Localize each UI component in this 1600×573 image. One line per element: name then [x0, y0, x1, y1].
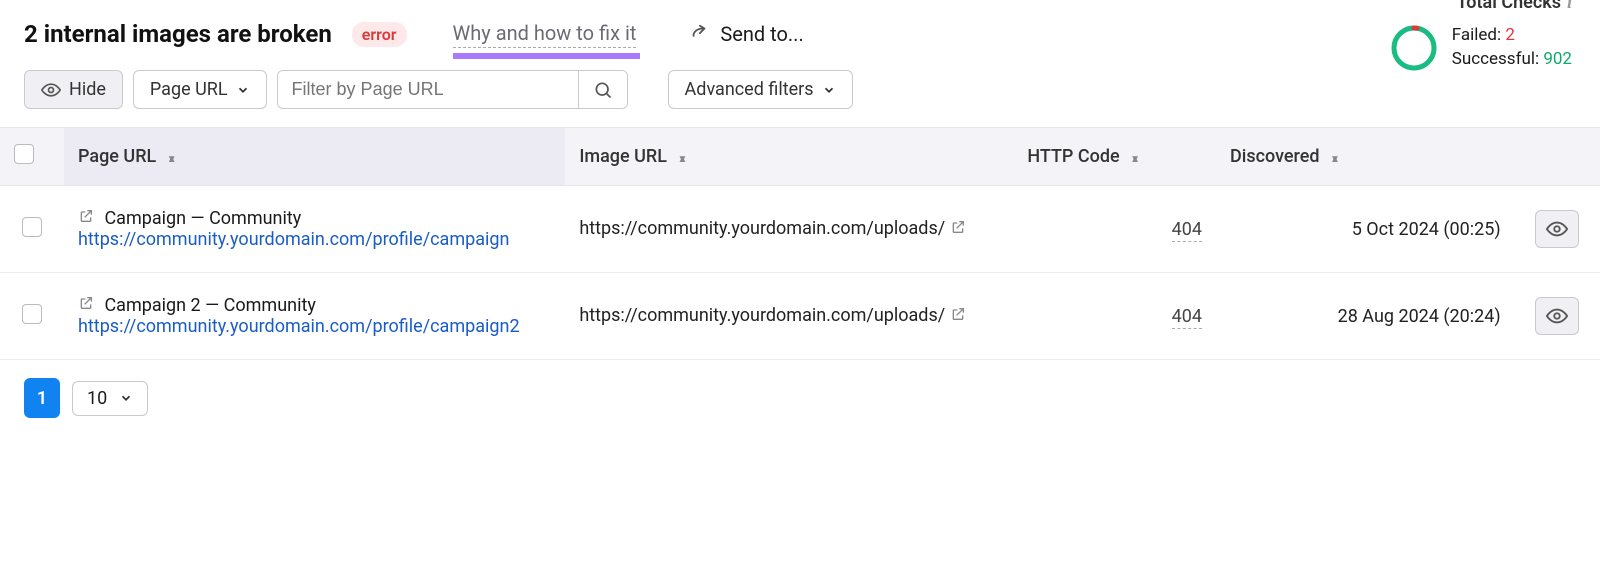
select-all-checkbox[interactable]	[14, 144, 34, 164]
page-url-link[interactable]: https://community.yourdomain.com/profile…	[78, 316, 520, 337]
image-url-text: https://community.yourdomain.com/uploads…	[579, 305, 945, 326]
external-link-icon[interactable]	[950, 219, 966, 240]
col-discovered[interactable]: Discovered ▲▼	[1216, 128, 1515, 186]
current-page[interactable]: 1	[24, 378, 60, 418]
total-checks-title: Total Checks i	[1457, 0, 1572, 13]
eye-icon	[1546, 218, 1568, 240]
chevron-down-icon	[236, 83, 250, 97]
filter-input[interactable]	[278, 71, 578, 108]
table-row: Campaign — Community https://community.y…	[0, 186, 1600, 273]
page-url-link[interactable]: https://community.yourdomain.com/profile…	[78, 229, 509, 250]
hide-label: Hide	[69, 79, 106, 100]
page-size-select[interactable]: 10	[72, 381, 148, 416]
failed-row: Failed: 2	[1452, 24, 1572, 48]
image-url-text: https://community.yourdomain.com/uploads…	[579, 218, 945, 239]
advanced-filters-label: Advanced filters	[685, 79, 814, 100]
external-link-icon[interactable]	[950, 306, 966, 327]
chevron-down-icon	[822, 83, 836, 97]
successful-count: 902	[1543, 49, 1572, 69]
view-button[interactable]	[1535, 297, 1579, 335]
chevron-down-icon	[119, 391, 133, 405]
send-to-button[interactable]: Send to...	[688, 22, 803, 46]
row-title: Campaign — Community	[104, 208, 301, 229]
results-table: Page URL ▲▼ Image URL ▲▼ HTTP Code ▲▼ Di…	[0, 127, 1600, 360]
info-icon[interactable]: i	[1567, 0, 1572, 13]
page-title: 2 internal images are broken	[24, 20, 332, 48]
error-badge: error	[352, 22, 407, 47]
search-icon	[593, 80, 613, 100]
pagination: 1 10	[0, 360, 1600, 436]
page-size-value: 10	[87, 388, 107, 409]
row-checkbox[interactable]	[22, 304, 42, 324]
page-url-dropdown-label: Page URL	[150, 79, 228, 100]
col-http-code[interactable]: HTTP Code ▲▼	[1013, 128, 1216, 186]
external-link-icon[interactable]	[78, 208, 98, 229]
why-how-to-fix-link[interactable]: Why and how to fix it	[453, 21, 637, 48]
row-checkbox[interactable]	[22, 217, 42, 237]
advanced-filters-button[interactable]: Advanced filters	[668, 70, 853, 109]
table-row: Campaign 2 — Community https://community…	[0, 273, 1600, 360]
failed-count: 2	[1505, 25, 1515, 45]
view-button[interactable]	[1535, 210, 1579, 248]
successful-row: Successful: 902	[1452, 48, 1572, 72]
row-title: Campaign 2 — Community	[104, 295, 315, 316]
share-arrow-icon	[688, 23, 710, 45]
http-code[interactable]: 404	[1172, 219, 1202, 242]
filter-input-group	[277, 70, 628, 109]
eye-icon	[1546, 305, 1568, 327]
col-page-url[interactable]: Page URL ▲▼	[64, 128, 565, 186]
eye-icon	[41, 80, 61, 100]
hide-button[interactable]: Hide	[24, 70, 123, 109]
external-link-icon[interactable]	[78, 295, 98, 316]
discovered-date: 5 Oct 2024 (00:25)	[1352, 219, 1501, 240]
fix-it-label: Why and how to fix it	[453, 21, 637, 45]
progress-ring-icon	[1390, 24, 1438, 72]
col-image-url[interactable]: Image URL ▲▼	[565, 128, 1013, 186]
search-button[interactable]	[578, 71, 627, 108]
total-checks-block: Failed: 2 Successful: 902	[1390, 24, 1572, 72]
page-url-dropdown[interactable]: Page URL	[133, 70, 267, 109]
http-code[interactable]: 404	[1172, 306, 1202, 329]
send-to-label: Send to...	[720, 22, 803, 46]
discovered-date: 28 Aug 2024 (20:24)	[1338, 306, 1501, 327]
